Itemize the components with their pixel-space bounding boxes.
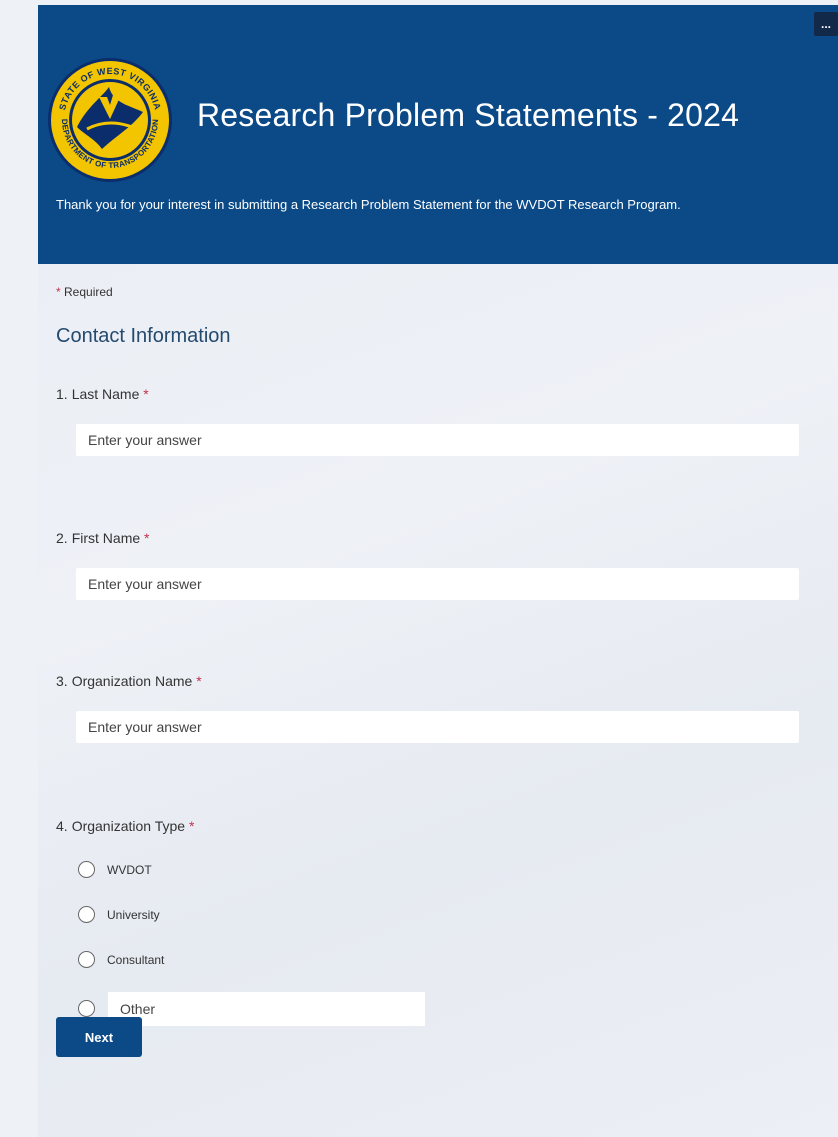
option-consultant[interactable]: Consultant (78, 951, 164, 968)
question-text: Organization Name (71, 673, 193, 689)
question-number: 2. (56, 530, 68, 546)
form-container: ... STATE OF WEST VIRGINIA DEPARTMENT OF… (38, 5, 838, 1137)
question-number: 3. (56, 673, 68, 689)
option-label: WVDOT (107, 862, 152, 877)
option-wvdot[interactable]: WVDOT (78, 861, 152, 878)
required-star: * (196, 673, 202, 689)
next-button[interactable]: Next (56, 1017, 142, 1057)
other-text-input[interactable] (108, 992, 425, 1026)
form-header: ... STATE OF WEST VIRGINIA DEPARTMENT OF… (38, 5, 838, 264)
question-text: First Name (71, 530, 141, 546)
option-label: Consultant (107, 952, 165, 967)
question-number: 4. (56, 818, 68, 834)
option-label: University (107, 907, 160, 922)
required-note: * Required (56, 285, 113, 299)
section-title: Contact Information (56, 325, 231, 347)
question-2-label: 2. First Name * (56, 530, 149, 546)
organization-name-input[interactable] (76, 711, 799, 743)
radio-button[interactable] (78, 861, 95, 878)
radio-button[interactable] (78, 951, 95, 968)
required-star: * (143, 386, 149, 402)
radio-button-other[interactable] (78, 1000, 95, 1017)
question-1-label: 1. Last Name * (56, 386, 149, 402)
radio-button[interactable] (78, 906, 95, 923)
more-options-button[interactable]: ... (814, 12, 838, 36)
last-name-input[interactable] (76, 424, 799, 456)
required-note-text: Required (64, 285, 113, 299)
question-4-label: 4. Organization Type * (56, 818, 194, 834)
form-title: Research Problem Statements - 2024 (197, 97, 740, 133)
question-number: 1. (56, 386, 68, 402)
required-star: * (188, 818, 195, 834)
question-text: Last Name (71, 386, 140, 402)
wvdot-seal-logo: STATE OF WEST VIRGINIA DEPARTMENT OF TRA… (48, 58, 172, 182)
question-text: Organization Type (71, 818, 186, 834)
first-name-input[interactable] (76, 568, 799, 600)
option-university[interactable]: University (78, 906, 160, 923)
required-star: * (56, 285, 61, 299)
required-star: * (144, 530, 150, 546)
question-3-label: 3. Organization Name * (56, 673, 202, 689)
form-intro: Thank you for your interest in submittin… (56, 197, 681, 212)
